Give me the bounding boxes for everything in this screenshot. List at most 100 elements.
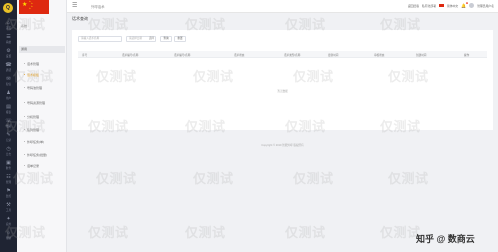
column-header: 话术类型/名称 (284, 53, 301, 57)
watermark-text: 仅测试 (185, 225, 226, 240)
icon-rail: Q ⌂ 首页 ☰ 系统 ⚙ 设置 ☎ 通话 ✉ 短信 ♟ 用户 ▤ 报表 ☏ 线路 ✎ 记录 ◷ 日志 ▣ 财务 ☷ 管理 ⚑ 监… (0, 0, 17, 252)
source-credit: 知乎 @ 数商云 (416, 234, 475, 244)
rail-label: 首页 (5, 26, 12, 30)
column-header: 更新时间 (328, 53, 339, 57)
rail-icon: ♟ (6, 89, 11, 96)
topbar-link-deploy[interactable]: 私有化部署 (422, 4, 436, 8)
china-flag-image: ★ ★ ★ ★ ★ (19, 0, 49, 14)
rail-label: 应用 (5, 222, 12, 226)
rail-icon: ✦ (6, 215, 11, 222)
column-header: 操作 (464, 53, 470, 57)
column-header: 审核状态 (374, 53, 385, 57)
rail-label: 监控 (5, 194, 12, 198)
watermark-text: 仅测试 (285, 225, 326, 240)
table-header: 序号 话术编号/名称 话术编号/名称 话术状态 话术类型/名称 更新时间 审核状… (78, 51, 487, 58)
column-header: 话术编号/名称 (174, 53, 191, 57)
date-select-label[interactable]: 选择 (149, 37, 154, 41)
submenu-group-header[interactable]: 通用 (19, 46, 65, 53)
rail-label: 记录 (5, 138, 12, 142)
bell-icon[interactable]: 🔔 8 (461, 2, 469, 8)
rail-item[interactable]: ☏ 线路 (0, 116, 17, 130)
rail-icon: ☰ (6, 33, 11, 40)
rail-icon: ▣ (6, 159, 11, 166)
watermark-text: 仅测试 (88, 225, 129, 240)
rail-item[interactable]: ☷ 管理 (0, 172, 17, 186)
rail-icon: ☎ (5, 61, 12, 68)
rail-icon: ✎ (6, 131, 11, 138)
rail-item[interactable]: ☼ 帮助 (0, 228, 17, 242)
rail-icon: ☼ (6, 229, 11, 236)
search-button[interactable]: 查询 (160, 36, 172, 42)
watermark-text: 仅测试 (96, 171, 137, 186)
rail-icon: ⌂ (6, 19, 11, 26)
rail-label: 报表 (5, 110, 12, 114)
submenu-item[interactable]: 外呼任务(单) (24, 139, 44, 145)
submenu-item[interactable]: 话术管理 (24, 61, 39, 67)
submenu-item[interactable]: 外呼任务(批量) (24, 152, 47, 158)
rail-icon: ⚑ (6, 187, 11, 194)
language-flag-icon (439, 3, 445, 8)
column-header: 创建时间 (416, 53, 427, 57)
rail-label: 通话 (5, 68, 12, 72)
watermark-text: 仅测试 (293, 171, 334, 186)
rail-item[interactable]: ⚑ 监控 (0, 186, 17, 200)
page-title: 话术查询 (72, 16, 88, 21)
rail-item[interactable]: ▤ 报表 (0, 102, 17, 116)
submenu-item[interactable]: 号码池管理 (24, 85, 42, 91)
rail-item[interactable]: ✉ 短信 (0, 74, 17, 88)
search-input[interactable]: 请输入话术名称 (78, 36, 122, 42)
rail-item[interactable]: ⌂ 首页 (0, 18, 17, 32)
watermark-text: 仅测试 (193, 171, 234, 186)
breadcrumb[interactable]: 外呼话术 (91, 4, 105, 9)
avatar[interactable] (469, 3, 475, 8)
rail-item[interactable]: ☎ 通话 (0, 60, 17, 74)
rail-label: 日志 (5, 152, 12, 156)
submenu-item[interactable]: 队列管理 (24, 127, 39, 133)
rail-item[interactable]: ⚙ 设置 (0, 46, 17, 60)
submenu-item[interactable]: 话术模板 (24, 72, 39, 78)
rail-icon: ☏ (5, 117, 12, 124)
submenu-section-label: 系统 (21, 24, 28, 28)
rail-icon: ◷ (6, 145, 11, 152)
rail-icon: ⚙ (6, 47, 11, 54)
rail-item[interactable]: ✦ 应用 (0, 214, 17, 228)
column-header: 话术状态 (234, 53, 245, 57)
topbar-link-legacy[interactable]: 返回旧版 (408, 4, 419, 8)
column-header: 序号 (82, 53, 88, 57)
copyright-footer: Copyright © 2019 智能外呼 版权所有 (261, 144, 304, 147)
menu-toggle-icon[interactable]: ☰ (72, 3, 77, 9)
rail-label: 用户 (5, 96, 12, 100)
reset-button[interactable]: 重置 (174, 36, 186, 42)
rail-label: 管理 (5, 180, 12, 184)
rail-item[interactable]: ♟ 用户 (0, 88, 17, 102)
submenu-panel (17, 0, 67, 252)
rail-label: 财务 (5, 166, 12, 170)
top-bar: ☰ 外呼话术 返回旧版 私有化部署 简体中文 🔔 8 管理员用户名 (67, 0, 498, 13)
column-header: 话术编号/名称 (122, 53, 139, 57)
rail-label: 工具 (5, 208, 12, 212)
app-logo[interactable]: Q (3, 3, 13, 13)
submenu-item[interactable]: 话单记录 (24, 163, 39, 169)
submenu-item[interactable]: 号码资源管理 (24, 100, 45, 106)
rail-label: 线路 (5, 124, 12, 128)
rail-icon: ✉ (6, 75, 11, 82)
language-selector[interactable]: 简体中文 (447, 4, 458, 8)
rail-item[interactable]: ✎ 记录 (0, 130, 17, 144)
rail-item[interactable]: ◷ 日志 (0, 144, 17, 158)
rail-label: 设置 (5, 54, 12, 58)
content-card: 请输入话术名称 请选择日期 选择 查询 重置 序号 话术编号/名称 话术编号/名… (72, 30, 493, 130)
empty-state-text: 暂无数据 (277, 90, 288, 93)
user-name[interactable]: 管理员用户名 (477, 4, 494, 8)
rail-label: 短信 (5, 82, 12, 86)
submenu-item[interactable]: 分机管理 (24, 114, 39, 120)
rail-icon: ▤ (6, 103, 11, 110)
rail-item[interactable]: ☰ 系统 (0, 32, 17, 46)
date-placeholder: 请选择日期 (129, 37, 142, 40)
rail-icon: ⚒ (6, 201, 11, 208)
date-picker[interactable]: 请选择日期 选择 (126, 36, 156, 42)
notice-badge: 8 (465, 2, 469, 4)
rail-label: 系统 (5, 40, 12, 44)
watermark-text: 仅测试 (388, 171, 429, 186)
rail-item[interactable]: ⚒ 工具 (0, 200, 17, 214)
rail-item[interactable]: ▣ 财务 (0, 158, 17, 172)
